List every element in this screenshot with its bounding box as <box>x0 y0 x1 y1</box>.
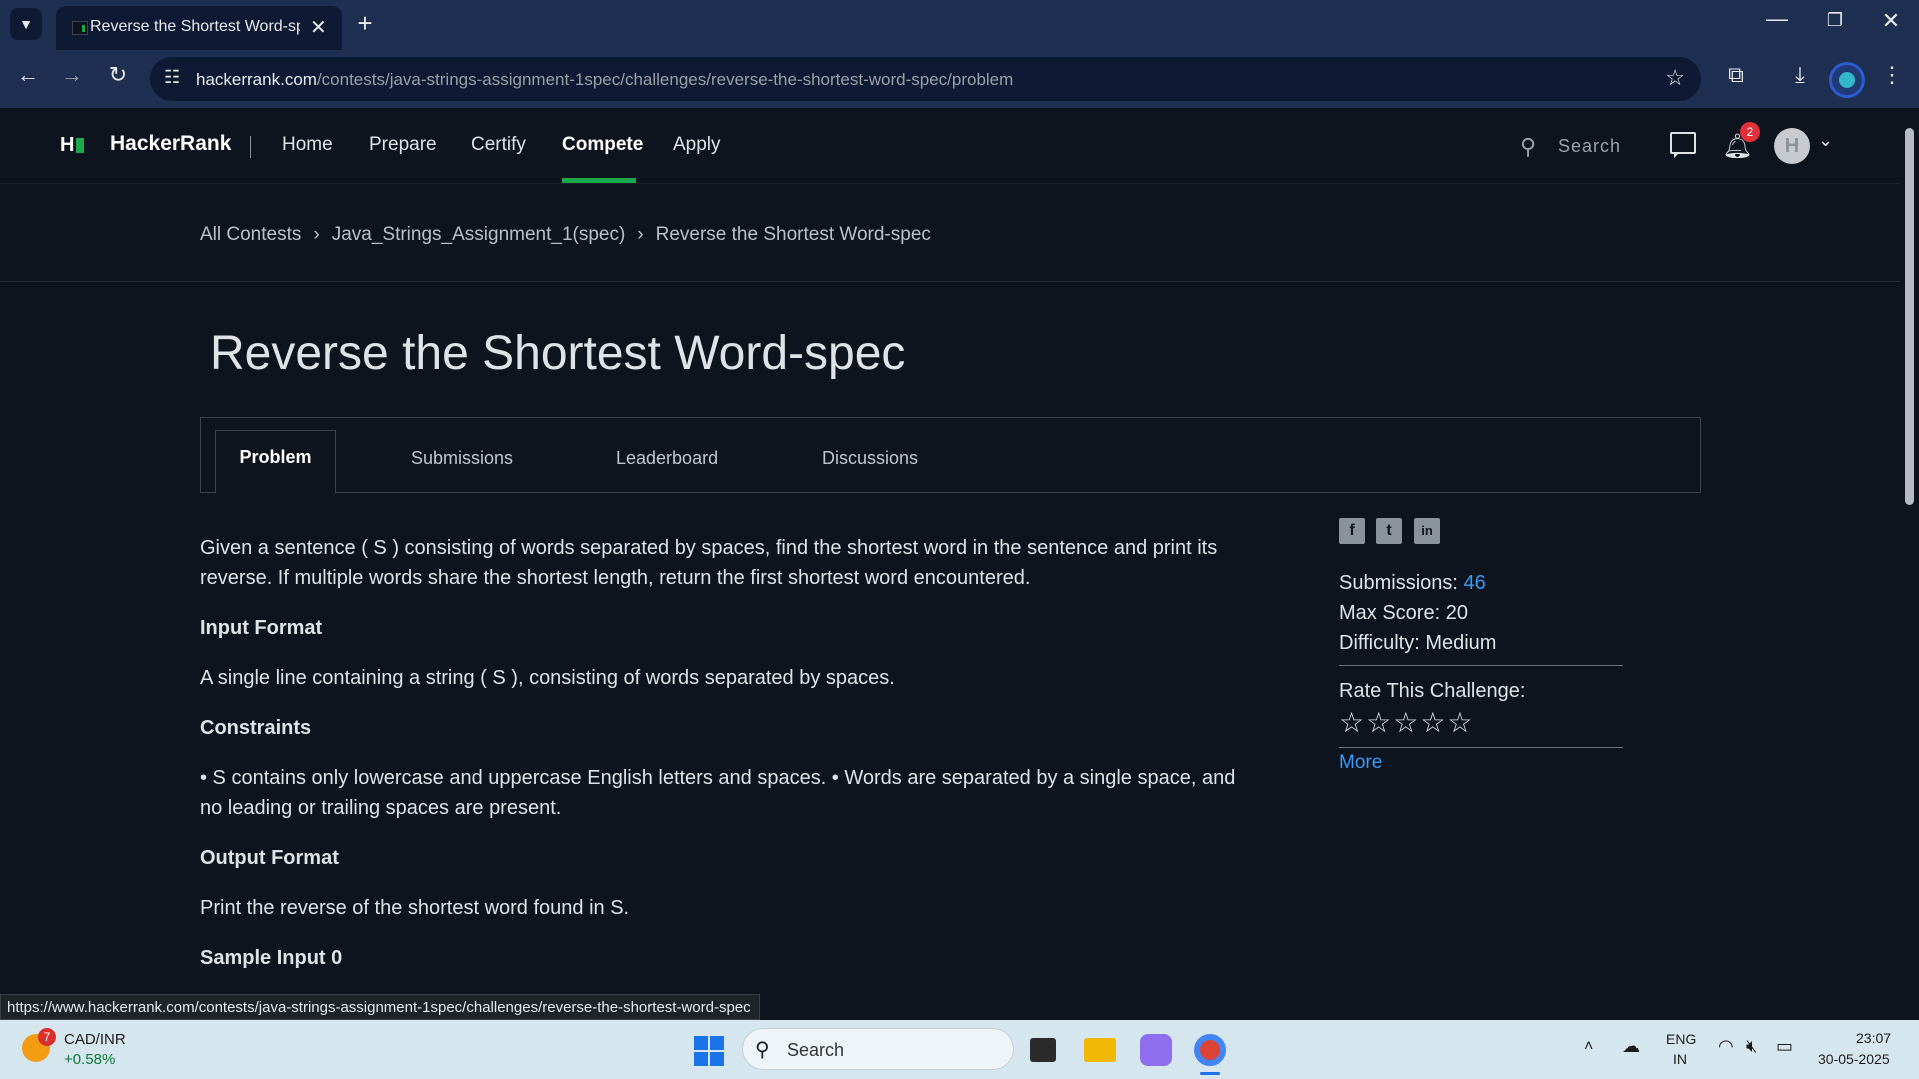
download-icon[interactable]: ⤓ <box>1786 62 1814 88</box>
forward-arrow-icon[interactable]: → <box>58 62 86 88</box>
rating-stars[interactable]: ☆☆☆☆☆ <box>1339 706 1475 739</box>
page-title: Reverse the Shortest Word-spec <box>210 327 906 380</box>
divider <box>1339 747 1623 748</box>
address-bar[interactable]: ☷ hackerrank.com/contests/java-strings-a… <box>150 57 1701 101</box>
challenge-tabs: Problem Submissions Leaderboard Discussi… <box>200 417 1701 494</box>
clock-date[interactable]: 30-05-2025 <box>1818 1051 1890 1067</box>
profile-avatar[interactable] <box>1829 62 1865 98</box>
tab-search-button[interactable]: ▼ <box>10 8 42 40</box>
hackerrank-logo-icon[interactable]: H <box>60 134 84 157</box>
nav-certify[interactable]: Certify <box>471 134 526 156</box>
close-window-button[interactable]: ✕ <box>1876 8 1906 34</box>
linkedin-icon[interactable]: in <box>1414 518 1440 544</box>
onedrive-icon[interactable]: ☁ <box>1622 1036 1640 1057</box>
menu-dots-icon[interactable]: ⋮ <box>1880 62 1904 88</box>
rate-label: Rate This Challenge: <box>1339 680 1526 702</box>
divider <box>1339 665 1623 666</box>
difficulty-stat: Difficulty: Medium <box>1339 632 1497 654</box>
more-link[interactable]: More <box>1339 752 1382 774</box>
output-format-heading: Output Format <box>200 847 339 869</box>
submissions-count[interactable]: 46 <box>1464 572 1486 594</box>
max-score-stat: Max Score: 20 <box>1339 602 1468 624</box>
file-explorer-icon[interactable] <box>1084 1038 1116 1062</box>
language-top[interactable]: ENG <box>1666 1031 1696 1047</box>
ticker-badge: 7 <box>38 1028 56 1046</box>
site-settings-icon[interactable]: ☷ <box>164 67 180 88</box>
breadcrumb-all-contests[interactable]: All Contests <box>200 224 301 245</box>
chevron-up-icon[interactable]: ˄ <box>1584 1038 1593 1056</box>
minimize-button[interactable]: — <box>1762 6 1792 32</box>
avatar[interactable]: H <box>1774 128 1810 164</box>
sample-input-heading: Sample Input 0 <box>200 947 343 969</box>
chrome-icon[interactable] <box>1194 1034 1226 1066</box>
search-icon[interactable]: ⚲ <box>1520 134 1536 160</box>
twitter-icon[interactable]: t <box>1376 518 1402 544</box>
taskbar-search[interactable]: ⚲ Search <box>742 1028 1014 1070</box>
url-text: hackerrank.com/contests/java-strings-ass… <box>196 70 1014 89</box>
back-arrow-icon[interactable]: ← <box>14 62 42 88</box>
restore-button[interactable]: ❐ <box>1820 10 1850 31</box>
breadcrumb-contest[interactable]: Java_Strings_Assignment_1(spec) <box>332 224 626 245</box>
problem-description: Given a sentence ( S ) consisting of wor… <box>200 537 1218 589</box>
chevron-right-icon: › <box>313 224 320 245</box>
search-icon: ⚲ <box>755 1039 770 1061</box>
tab-submissions[interactable]: Submissions <box>411 448 513 469</box>
breadcrumb-challenge[interactable]: Reverse the Shortest Word-spec <box>656 224 931 245</box>
status-url: https://www.hackerrank.com/contests/java… <box>0 994 760 1020</box>
input-format-text: A single line containing a string ( S ),… <box>200 667 895 689</box>
constraints-text: • S contains only lowercase and uppercas… <box>200 767 1236 819</box>
constraints-heading: Constraints <box>200 717 312 739</box>
taskbar: 7 CAD/INR +0.58% ⚲ Search ˄ ☁ ENG IN ◠ 🔇… <box>0 1020 1919 1079</box>
wifi-icon[interactable]: ◠ <box>1718 1036 1734 1057</box>
tab-problem[interactable]: Problem <box>215 430 336 494</box>
nav-prepare[interactable]: Prepare <box>369 134 437 156</box>
search-input[interactable]: Search <box>1558 136 1621 157</box>
notification-badge: 2 <box>1740 122 1760 142</box>
copilot-icon[interactable] <box>1140 1034 1172 1066</box>
scrollbar-thumb[interactable] <box>1905 128 1914 505</box>
active-nav-indicator <box>562 178 636 183</box>
chevron-down-icon[interactable]: ⌄ <box>1818 130 1833 151</box>
ticker-change: +0.58% <box>64 1051 116 1068</box>
site-navbar: H HackerRank Home Prepare Certify Compet… <box>0 108 1900 184</box>
input-format-heading: Input Format <box>200 617 323 639</box>
divider <box>250 136 251 158</box>
browser-tab[interactable]: Reverse the Shortest Word-spec ✕ <box>56 6 342 50</box>
ticker-name[interactable]: CAD/INR <box>64 1031 126 1048</box>
divider <box>0 281 1900 282</box>
close-icon[interactable]: ✕ <box>310 15 327 40</box>
active-app-indicator <box>1200 1072 1220 1075</box>
submissions-stat: Submissions: 46 <box>1339 572 1486 594</box>
mute-icon[interactable]: 🔇︎ <box>1746 1036 1757 1057</box>
language-bottom[interactable]: IN <box>1673 1051 1687 1067</box>
battery-icon[interactable]: ▭ <box>1776 1036 1793 1057</box>
extensions-icon[interactable]: ⧉ <box>1722 62 1750 88</box>
browser-tabstrip: ▼ Reverse the Shortest Word-spec ✕ + — ❐… <box>0 0 1919 50</box>
windows-start-icon[interactable] <box>694 1036 724 1066</box>
tab-discussions[interactable]: Discussions <box>822 448 918 469</box>
tab-leaderboard[interactable]: Leaderboard <box>616 448 718 469</box>
messages-icon[interactable] <box>1670 132 1696 158</box>
reload-icon[interactable]: ↻ <box>104 62 132 88</box>
new-tab-button[interactable]: + <box>350 8 380 39</box>
tab-title: Reverse the Shortest Word-spec <box>90 18 300 35</box>
facebook-icon[interactable]: f <box>1339 518 1365 544</box>
clock-time[interactable]: 23:07 <box>1856 1030 1891 1046</box>
nav-apply[interactable]: Apply <box>673 134 721 156</box>
hackerrank-favicon-icon <box>72 21 88 35</box>
nav-compete[interactable]: Compete <box>562 134 643 156</box>
nav-home[interactable]: Home <box>282 134 333 156</box>
chevron-right-icon: › <box>637 224 644 245</box>
breadcrumb: All Contests › Java_Strings_Assignment_1(s… <box>200 224 943 246</box>
task-view-icon[interactable] <box>1030 1038 1056 1062</box>
bookmark-star-icon[interactable]: ☆ <box>1665 65 1685 91</box>
brand-name[interactable]: HackerRank <box>110 132 231 156</box>
output-format-text: Print the reverse of the shortest word f… <box>200 897 630 919</box>
